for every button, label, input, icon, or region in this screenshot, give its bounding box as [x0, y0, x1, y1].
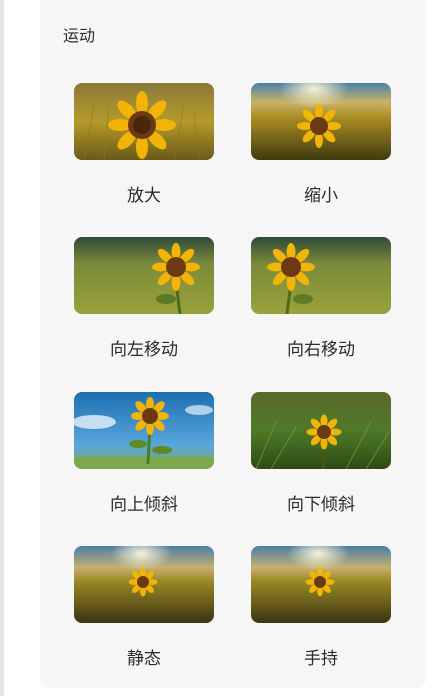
effect-thumbnail-static [74, 546, 214, 623]
effect-thumbnail-pan-right [251, 237, 391, 314]
effect-thumbnail-tilt-down [251, 392, 391, 469]
effect-card-pan-right[interactable]: 向右移动 [251, 237, 391, 360]
effect-label: 向上倾斜 [110, 495, 178, 515]
effect-grid: 放大 缩小 向左移动 向右移动 向上倾斜 向下倾斜 静态 手持 [40, 0, 426, 688]
effect-card-pan-left[interactable]: 向左移动 [74, 237, 214, 360]
effect-card-zoom-out[interactable]: 缩小 [251, 83, 391, 206]
sunflower-image [251, 546, 391, 623]
effect-label: 缩小 [304, 186, 338, 206]
effect-card-handheld[interactable]: 手持 [251, 546, 391, 669]
effect-thumbnail-zoom-in [74, 83, 214, 160]
effect-thumbnail-handheld [251, 546, 391, 623]
sunflower-image [74, 546, 214, 623]
effect-thumbnail-tilt-up [74, 392, 214, 469]
motion-panel: 运动 放大 缩小 向左移动 向右移动 向上倾斜 向下倾斜 静态 手持 [40, 0, 426, 688]
sunflower-image [251, 392, 391, 469]
effect-label: 向下倾斜 [287, 495, 355, 515]
effect-label: 静态 [127, 649, 161, 669]
sunflower-image [74, 392, 214, 469]
sunflower-image [74, 237, 214, 314]
effect-label: 放大 [127, 186, 161, 206]
effect-card-zoom-in[interactable]: 放大 [74, 83, 214, 206]
effect-label: 手持 [304, 649, 338, 669]
sunflower-image [74, 83, 214, 160]
left-edge-divider [0, 0, 4, 696]
sunflower-image [251, 237, 391, 314]
effect-card-tilt-down[interactable]: 向下倾斜 [251, 392, 391, 515]
effect-card-static[interactable]: 静态 [74, 546, 214, 669]
effect-label: 向右移动 [287, 340, 355, 360]
effect-card-tilt-up[interactable]: 向上倾斜 [74, 392, 214, 515]
effect-thumbnail-zoom-out [251, 83, 391, 160]
sunflower-image [251, 83, 391, 160]
effect-label: 向左移动 [110, 340, 178, 360]
effect-thumbnail-pan-left [74, 237, 214, 314]
